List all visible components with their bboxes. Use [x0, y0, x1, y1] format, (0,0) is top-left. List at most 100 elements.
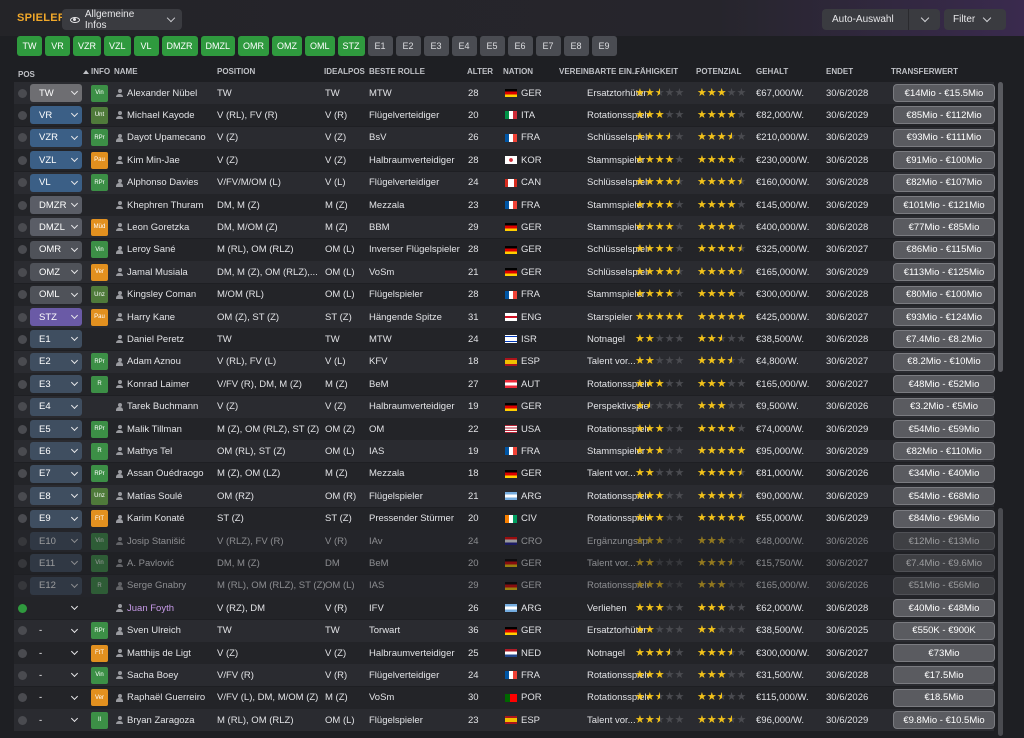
table-row[interactable]: E2 RPr Adam Aznou V (RL), FV (L) V (L) KFV 18 E… — [14, 350, 995, 373]
position-filter-e9[interactable]: E9 — [591, 36, 617, 56]
row-select-toggle[interactable] — [18, 396, 30, 418]
position-filter-e5[interactable]: E5 — [479, 36, 505, 56]
table-row[interactable]: E1 Daniel Peretz TW TW MTW 24 ISR Notnagel ★ ★ ★ ★ ★… — [14, 328, 995, 351]
row-select-toggle[interactable] — [18, 172, 30, 194]
info-badge[interactable]: FtT — [91, 644, 108, 662]
player-name-cell[interactable]: Matthijs de Ligt — [116, 642, 216, 664]
transfer-value-pill[interactable]: €7.4Mio - €8.2Mio — [893, 330, 995, 349]
nation-cell[interactable]: POR — [505, 687, 557, 709]
col-name[interactable]: NAME — [114, 67, 138, 76]
player-name-cell[interactable]: Khephren Thuram — [116, 194, 216, 216]
scrollbar[interactable] — [998, 82, 1003, 372]
position-filter-oml[interactable]: OML — [305, 36, 335, 56]
info-badge[interactable]: Pau — [91, 151, 108, 169]
position-select[interactable]: DMZR — [30, 196, 82, 214]
row-select-toggle[interactable] — [18, 440, 30, 462]
nation-cell[interactable]: ISR — [505, 328, 557, 350]
nation-cell[interactable]: ESP — [505, 351, 557, 373]
player-name-cell[interactable]: Malik Tillman — [116, 418, 216, 440]
position-filter-e6[interactable]: E6 — [507, 36, 533, 56]
row-select-toggle[interactable] — [18, 463, 30, 485]
position-select[interactable]: E11 — [30, 554, 82, 573]
transfer-value-pill[interactable]: €8.2Mio - €10Mio — [893, 352, 995, 371]
transfer-value-pill[interactable]: €17.5Mio — [893, 666, 995, 685]
table-row[interactable]: E9 FtT Karim Konaté ST (Z) ST (Z) Pressender … — [14, 507, 995, 530]
nation-cell[interactable]: CAN — [505, 172, 557, 194]
position-select[interactable]: VL — [30, 173, 82, 192]
col-info[interactable]: INFO — [91, 67, 110, 76]
player-name-cell[interactable]: Sven Ulreich — [116, 620, 216, 642]
transfer-value-pill[interactable]: €54Mio - €59Mio — [893, 420, 995, 438]
nation-cell[interactable]: USA — [505, 418, 557, 440]
player-name-cell[interactable]: Sacha Boey — [116, 664, 216, 686]
position-filter-e3[interactable]: E3 — [423, 36, 449, 56]
row-select-toggle[interactable] — [18, 530, 30, 552]
table-row[interactable]: E3 R Konrad Laimer V/FV (R), DM, M (Z) M (Z)… — [14, 373, 995, 396]
table-row[interactable]: VZR RPr Dayot Upamecano V (Z) V (Z) BsV 26 FRA S… — [14, 126, 995, 149]
table-row[interactable]: STZ Pau Harry Kane OM (Z), ST (Z) ST (Z) Häng… — [14, 306, 995, 328]
position-filter-omz[interactable]: OMZ — [272, 36, 303, 56]
transfer-value-pill[interactable]: €82Mio - €110Mio — [893, 442, 995, 461]
row-select-toggle[interactable] — [18, 216, 30, 238]
col-position[interactable]: POSITION — [217, 67, 255, 76]
row-select-toggle[interactable] — [18, 239, 30, 261]
row-select-toggle[interactable] — [18, 597, 30, 619]
auto-select-button[interactable]: Auto-Auswahl — [822, 9, 940, 30]
info-badge[interactable]: Ver — [91, 689, 108, 707]
col-ideal[interactable]: IDEALPOS — [324, 67, 365, 76]
table-row[interactable]: Juan Foyth V (RZ), DM V (R) IFV 26 ARG Verlieh… — [14, 597, 995, 620]
nation-cell[interactable]: GER — [505, 261, 557, 283]
row-select-toggle[interactable] — [18, 306, 30, 328]
table-row[interactable]: E6 R Mathys Tel OM (RL), ST (Z) OM (L) IAS 19 F… — [14, 440, 995, 463]
nation-cell[interactable]: ARG — [505, 597, 557, 619]
table-row[interactable]: - Vin Sacha Boey V/FV (R) V (R) Flügelverteid… — [14, 664, 995, 687]
info-badge[interactable]: Il — [91, 711, 108, 729]
nation-cell[interactable]: ITA — [505, 104, 557, 126]
player-name-cell[interactable]: Konrad Laimer — [116, 373, 216, 395]
info-badge[interactable]: RPr — [91, 174, 108, 192]
player-name-cell[interactable]: Assan Ouédraogo — [116, 463, 216, 485]
position-select[interactable]: E8 — [30, 487, 82, 506]
position-select[interactable]: OML — [30, 285, 82, 304]
player-name-cell[interactable]: Daniel Peretz — [116, 328, 216, 350]
info-badge[interactable]: R — [91, 577, 108, 595]
row-select-toggle[interactable] — [18, 284, 30, 306]
transfer-value-pill[interactable]: €48Mio - €52Mio — [893, 375, 995, 394]
nation-cell[interactable]: CRO — [505, 530, 557, 552]
row-select-toggle[interactable] — [18, 664, 30, 686]
row-select-toggle[interactable] — [18, 620, 30, 642]
row-select-toggle[interactable] — [18, 104, 30, 126]
table-row[interactable]: E11 Vin A. Pavlović DM, M (Z) DM BeM 20 GER Tale… — [14, 552, 995, 575]
transfer-value-pill[interactable]: €85Mio - €112Mio — [893, 106, 995, 125]
info-badge[interactable]: Vin — [91, 241, 108, 259]
info-badge[interactable]: Unt — [91, 106, 108, 124]
position-filter-e8[interactable]: E8 — [563, 36, 589, 56]
scrollbar-secondary[interactable] — [998, 508, 1003, 736]
position-select[interactable]: E4 — [30, 397, 82, 416]
transfer-value-pill[interactable]: €86Mio - €115Mio — [893, 240, 995, 259]
info-badge[interactable]: RPr — [91, 622, 108, 640]
position-select[interactable]: STZ — [30, 308, 82, 326]
transfer-value-pill[interactable]: €101Mio - €121Mio — [893, 196, 995, 214]
position-select[interactable]: - — [30, 644, 82, 662]
player-name-cell[interactable]: Matías Soulé — [116, 485, 216, 507]
info-badge[interactable]: Vin — [91, 554, 108, 572]
view-dropdown[interactable]: Allgemeine Infos — [62, 9, 182, 31]
info-badge[interactable]: R — [91, 442, 108, 460]
row-select-toggle[interactable] — [18, 642, 30, 664]
row-select-toggle[interactable] — [18, 261, 30, 283]
position-filter-e4[interactable]: E4 — [451, 36, 477, 56]
position-select[interactable]: E10 — [30, 532, 82, 550]
table-row[interactable]: DMZR Khephren Thuram DM, M (Z) M (Z) Mezzala… — [14, 194, 995, 216]
player-name-cell[interactable]: Leroy Sané — [116, 239, 216, 261]
position-select[interactable]: TW — [30, 84, 82, 102]
transfer-value-pill[interactable]: €14Mio - €15.5Mio — [893, 84, 995, 102]
transfer-value-pill[interactable]: €3.2Mio - €5Mio — [893, 397, 995, 416]
row-select-toggle[interactable] — [18, 82, 30, 104]
transfer-value-pill[interactable]: €93Mio - €111Mio — [893, 128, 995, 147]
nation-cell[interactable]: GER — [505, 396, 557, 418]
transfer-value-pill[interactable]: €77Mio - €85Mio — [893, 218, 995, 237]
player-name-cell[interactable]: Josip Stanišić — [116, 530, 216, 552]
nation-cell[interactable]: ESP — [505, 709, 557, 731]
position-filter-dmzr[interactable]: DMZR — [161, 36, 198, 56]
